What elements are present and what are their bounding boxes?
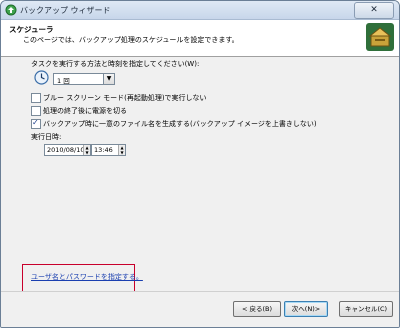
- title-bar: バックアップ ウィザード ✕: [1, 1, 399, 20]
- wizard-header: スケジューラ このページでは、バックアップ処理のスケジュールを設定できます。: [1, 20, 399, 57]
- wizard-content: タスクを実行する方法と時刻を指定してください(W): 1 回 ▼ ブルー スクリ…: [1, 57, 399, 290]
- date-value: 2010/08/10: [47, 146, 85, 154]
- frequency-value: 1 回: [57, 77, 70, 85]
- back-button[interactable]: < 戻る(B): [233, 301, 281, 317]
- credentials-link[interactable]: ユーザ名とパスワードを指定する。: [31, 272, 143, 282]
- time-picker[interactable]: 13:46 ▲ ▼: [91, 144, 126, 156]
- next-button[interactable]: 次へ(N)>: [284, 301, 328, 317]
- page-subtitle: このページでは、バックアップ処理のスケジュールを設定できます。: [23, 36, 239, 44]
- checkbox-unique-filename[interactable]: [31, 118, 41, 129]
- chevron-down-icon[interactable]: ▼: [103, 74, 114, 84]
- time-value: 13:46: [94, 146, 113, 154]
- close-button[interactable]: ✕: [354, 2, 394, 19]
- option-power-off-label: 処理の終了後に電源を切る: [43, 107, 127, 115]
- cancel-button[interactable]: キャンセル(C): [339, 301, 393, 317]
- time-spinner[interactable]: ▲ ▼: [118, 145, 125, 155]
- checkbox-power-off[interactable]: [31, 106, 41, 116]
- clock-icon: [34, 70, 49, 85]
- option-no-bluescreen-label: ブルー スクリーン モード(再起動処理)で実行しない: [43, 94, 207, 102]
- window-title: バックアップ ウィザード: [20, 6, 111, 15]
- page-title: スケジューラ: [9, 25, 54, 34]
- close-icon: ✕: [370, 5, 378, 15]
- wizard-hat-icon: [366, 23, 394, 51]
- wizard-window: バックアップ ウィザード ✕ スケジューラ このページでは、バックアップ処理のス…: [0, 0, 400, 328]
- checkbox-no-bluescreen[interactable]: [31, 93, 41, 103]
- run-datetime-label: 実行日時:: [31, 133, 62, 141]
- backup-app-icon: [5, 4, 17, 16]
- wizard-footer: < 戻る(B) 次へ(N)> キャンセル(C): [1, 291, 399, 327]
- date-spinner[interactable]: ▲ ▼: [83, 145, 90, 155]
- date-picker[interactable]: 2010/08/10 ▲ ▼: [44, 144, 91, 156]
- schedule-prompt-label: タスクを実行する方法と時刻を指定してください(W):: [31, 60, 200, 68]
- option-unique-filename-label: バックアップ時に一意のファイル名を生成する(バックアップ イメージを上書きしない…: [43, 120, 317, 128]
- frequency-select[interactable]: 1 回 ▼: [53, 73, 115, 85]
